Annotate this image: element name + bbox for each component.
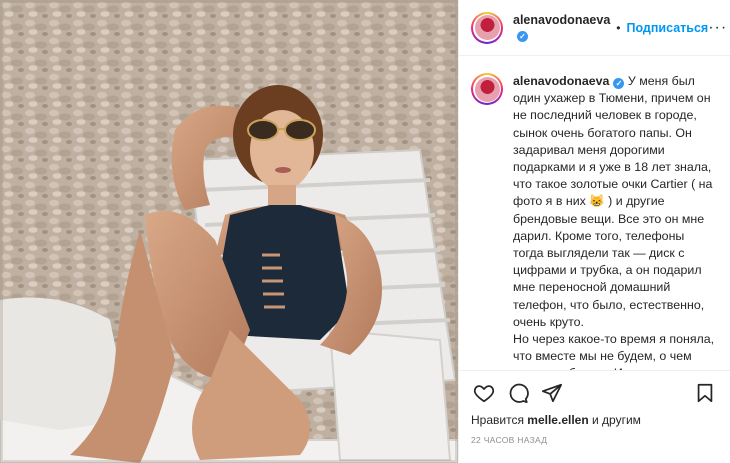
likes-prefix: Нравится [471, 413, 528, 427]
header-username-text: alenavodonaeva [513, 13, 611, 27]
caption-body-2: Но через какое-то время я поняла, что вм… [513, 332, 715, 370]
share-icon[interactable] [539, 380, 565, 406]
caption-avatar[interactable] [471, 73, 503, 105]
separator-dot: • [616, 20, 621, 35]
likes-summary: Нравится melle.ellen и другим [471, 413, 718, 427]
likes-user-link[interactable]: melle.ellen [527, 413, 588, 427]
heart-icon[interactable] [471, 380, 497, 406]
caption-verified-icon: ✓ [613, 78, 625, 90]
caption-text: alenavodonaeva ✓ У меня был один ухажер в… [513, 73, 716, 370]
avatar-image [474, 15, 500, 40]
likes-others-link[interactable]: и другим [589, 413, 641, 427]
action-bar [471, 371, 718, 411]
avatar[interactable] [471, 11, 503, 44]
post-actions-area: Нравится melle.ellen и другим 22 часов н… [459, 370, 730, 463]
comment-icon[interactable] [505, 380, 531, 406]
caption-body: У меня был один ухажер в Тюмени, причем … [513, 74, 713, 329]
post-timestamp[interactable]: 22 часов назад [471, 435, 718, 445]
more-options-icon[interactable]: ··· [708, 19, 727, 37]
verified-icon: ✓ [517, 31, 528, 42]
post-photo[interactable] [0, 0, 458, 463]
follow-button[interactable]: Подписаться [626, 21, 708, 35]
bookmark-icon[interactable] [692, 380, 718, 406]
post-header: alenavodonaeva ✓ • Подписаться ··· [459, 0, 730, 56]
caption-username[interactable]: alenavodonaeva [513, 74, 609, 88]
caption-avatar-image [474, 76, 500, 102]
beach-photo [0, 0, 458, 463]
header-username[interactable]: alenavodonaeva ✓ [513, 13, 610, 42]
caption-area: alenavodonaeva ✓ У меня был один ухажер в… [459, 57, 730, 370]
post-sidebar: alenavodonaeva ✓ • Подписаться ··· alenav… [458, 0, 730, 463]
